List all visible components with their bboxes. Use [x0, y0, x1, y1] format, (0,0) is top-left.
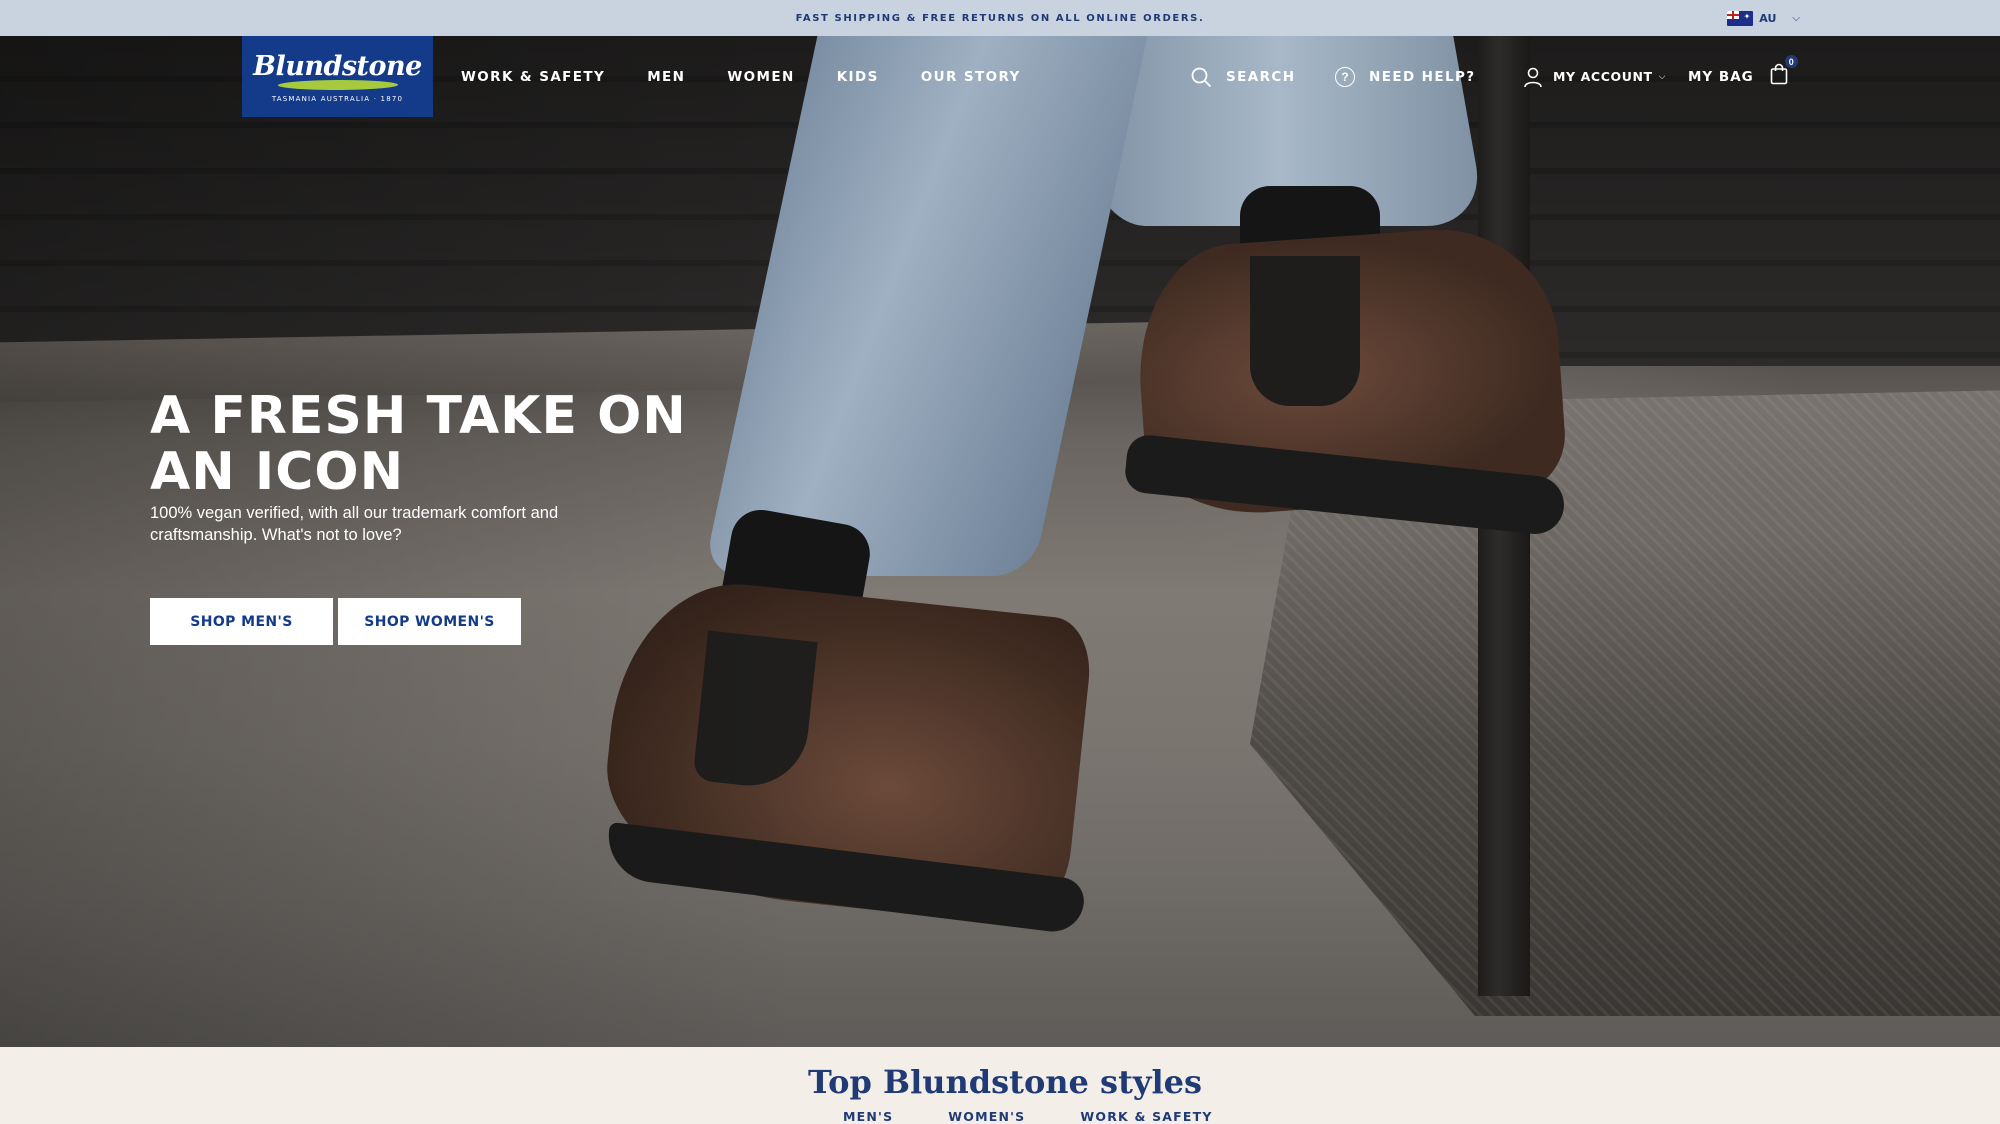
hero-subtitle: 100% vegan verified, with all our tradem…: [150, 504, 559, 544]
tab-mens[interactable]: MEN'S: [843, 1109, 893, 1124]
tab-work-safety[interactable]: WORK & SAFETY: [1080, 1109, 1212, 1124]
logo-swoosh: [274, 79, 401, 90]
main-nav: WORK & SAFETY MEN WOMEN KIDS OUR STORY: [461, 36, 1021, 117]
nav-item-our-story[interactable]: OUR STORY: [921, 69, 1021, 85]
search-icon: [1191, 67, 1211, 87]
shop-womens-button[interactable]: SHOP WOMEN'S: [338, 598, 521, 645]
bag-count-badge: 0: [1784, 55, 1798, 68]
australia-flag-icon: [1727, 10, 1754, 26]
bag-icon: 0: [1770, 55, 1798, 90]
announcement-bar: FAST SHIPPING & FREE RETURNS ON ALL ONLI…: [0, 0, 2000, 36]
style-tabs: MEN'S WOMEN'S WORK & SAFETY: [843, 1109, 1213, 1124]
tab-womens[interactable]: WOMEN'S: [948, 1109, 1025, 1124]
nav-item-men[interactable]: MEN: [647, 69, 685, 85]
shop-mens-button[interactable]: SHOP MEN'S: [150, 598, 333, 645]
search-label: SEARCH: [1226, 68, 1296, 85]
question-icon: ?: [1335, 66, 1355, 87]
chevron-down-icon: ⌵: [1658, 71, 1666, 81]
user-icon: [1524, 67, 1542, 87]
need-help-label: NEED HELP?: [1369, 68, 1476, 85]
need-help-button[interactable]: ? NEED HELP?: [1335, 36, 1476, 117]
blundstone-logo[interactable]: Blundstone TASMANIA AUSTRALIA · 1870: [242, 36, 433, 117]
nav-item-kids[interactable]: KIDS: [837, 69, 879, 85]
region-code: AU: [1759, 11, 1777, 25]
region-selector[interactable]: AU ⌵: [1727, 0, 1800, 36]
logo-tagline: TASMANIA AUSTRALIA · 1870: [271, 94, 404, 103]
announcement-text: FAST SHIPPING & FREE RETURNS ON ALL ONLI…: [795, 12, 1205, 24]
nav-item-work-safety[interactable]: WORK & SAFETY: [461, 69, 605, 85]
top-styles-section: Top Blundstone styles MEN'S WOMEN'S WORK…: [0, 1047, 2000, 1124]
my-account-button[interactable]: MY ACCOUNT ⌵: [1523, 36, 1665, 117]
my-account-label: MY ACCOUNT: [1553, 69, 1653, 84]
my-bag-label: MY BAG: [1688, 68, 1754, 85]
site-header: Blundstone TASMANIA AUSTRALIA · 1870 WOR…: [0, 36, 2000, 122]
logo-wordmark: Blundstone: [253, 50, 422, 82]
section-title: Top Blundstone styles: [808, 1063, 1202, 1101]
chevron-down-icon: ⌵: [1792, 12, 1800, 24]
hero-title: A FRESH TAKE ON AN ICON: [150, 386, 687, 502]
search-button[interactable]: SEARCH: [1190, 36, 1295, 117]
my-bag-button[interactable]: MY BAG 0: [1688, 36, 1798, 117]
nav-item-women[interactable]: WOMEN: [727, 69, 794, 85]
